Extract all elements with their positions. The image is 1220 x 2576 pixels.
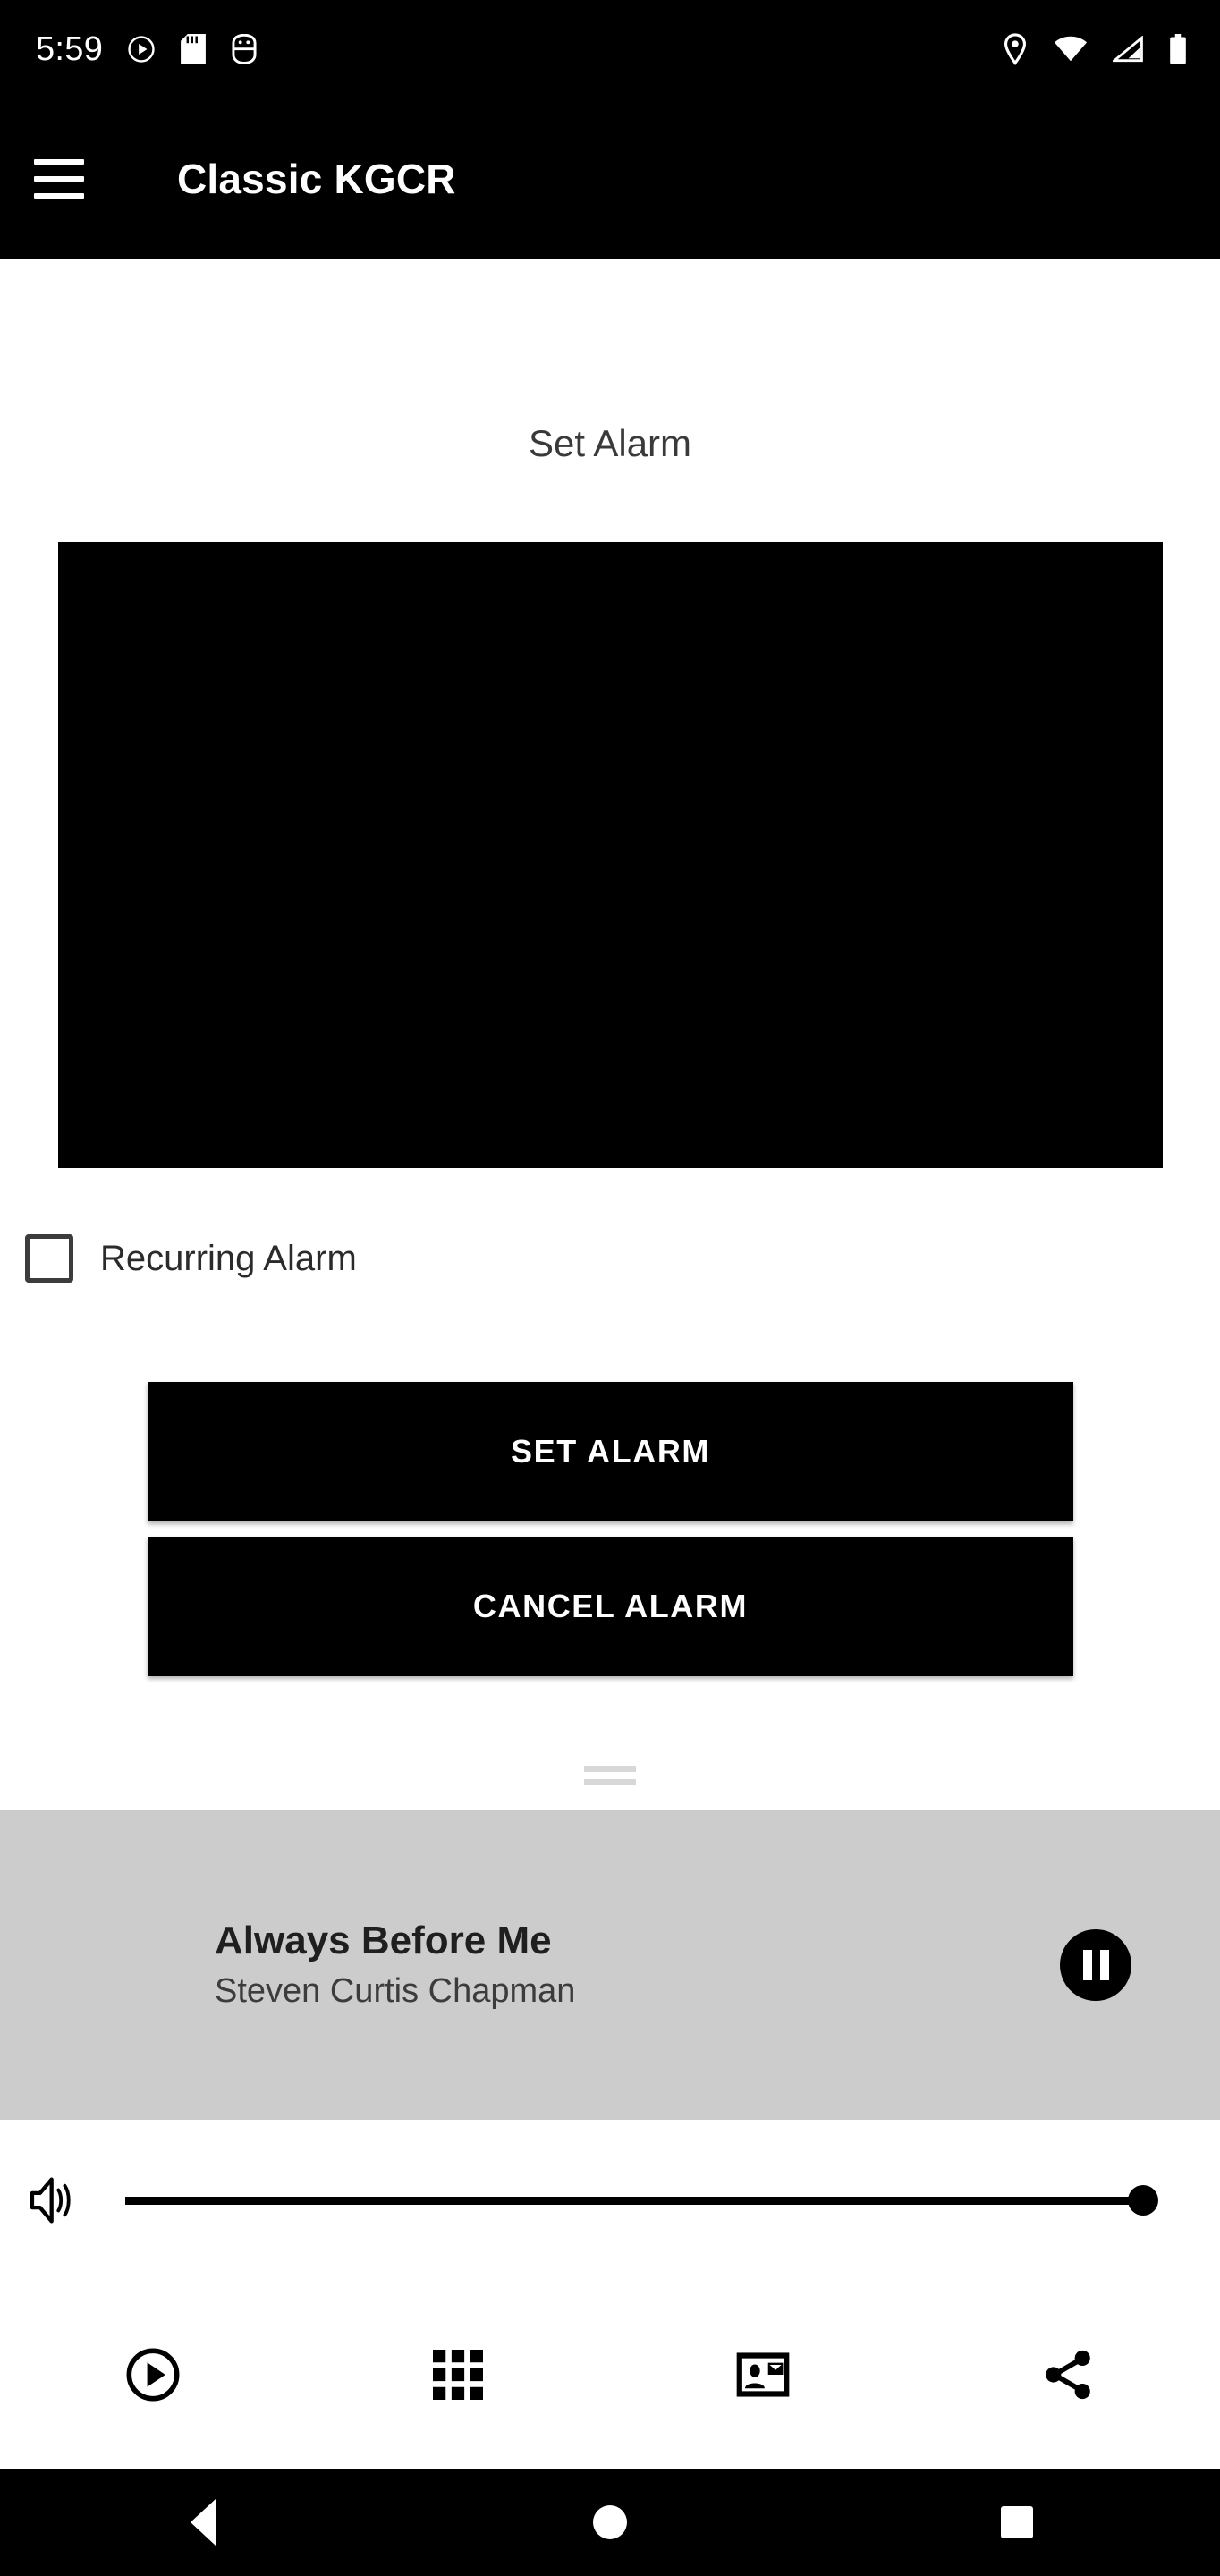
drag-handle-line-2 bbox=[584, 1779, 636, 1785]
menu-line-2 bbox=[34, 176, 84, 182]
status-clock: 5:59 bbox=[36, 30, 104, 68]
grid-apps-icon bbox=[432, 2350, 483, 2400]
recurring-alarm-row[interactable]: Recurring Alarm bbox=[25, 1234, 357, 1283]
menu-line-1 bbox=[34, 159, 84, 165]
contact-mail-icon bbox=[736, 2352, 789, 2397]
status-bar-left: 5:59 bbox=[36, 32, 258, 66]
home-circle-icon bbox=[593, 2505, 627, 2539]
recurring-alarm-checkbox[interactable] bbox=[25, 1234, 73, 1283]
sd-card-icon bbox=[181, 34, 207, 64]
play-circle-icon bbox=[126, 2348, 179, 2402]
status-bar-right bbox=[1002, 33, 1188, 65]
action-icon-bar bbox=[0, 2281, 1220, 2469]
volume-up-icon[interactable] bbox=[27, 2173, 82, 2228]
phone-screen: 5:59 Classic KGCR Set Alarm Recurring Al… bbox=[0, 0, 1220, 2576]
pause-icon[interactable] bbox=[1060, 1929, 1131, 2001]
hamburger-menu-icon[interactable] bbox=[34, 159, 84, 199]
bottom-sheet-drag-handle[interactable] bbox=[584, 1766, 636, 1785]
pause-bar-right bbox=[1099, 1950, 1109, 1980]
app-bar: Classic KGCR bbox=[0, 98, 1220, 259]
alarm-time-picker[interactable] bbox=[58, 542, 1163, 1168]
menu-line-3 bbox=[34, 193, 84, 199]
volume-slider-track bbox=[125, 2196, 1153, 2205]
set-alarm-button[interactable]: SET ALARM bbox=[148, 1382, 1073, 1521]
cancel-alarm-button[interactable]: CANCEL ALARM bbox=[148, 1537, 1073, 1676]
battery-icon bbox=[1170, 34, 1186, 64]
play-button[interactable] bbox=[0, 2281, 305, 2469]
cellular-signal-icon bbox=[1113, 36, 1143, 63]
drag-handle-line-1 bbox=[584, 1766, 636, 1772]
nav-recents-button[interactable] bbox=[813, 2506, 1220, 2538]
nav-home-button[interactable] bbox=[407, 2505, 814, 2539]
location-pin-icon bbox=[1004, 33, 1027, 65]
volume-row bbox=[0, 2120, 1220, 2281]
play-circle-icon bbox=[128, 36, 155, 63]
volume-slider[interactable] bbox=[125, 2174, 1158, 2227]
pause-bar-left bbox=[1082, 1950, 1092, 1980]
now-playing-panel[interactable]: Always Before Me Steven Curtis Chapman bbox=[0, 1810, 1220, 2120]
android-debug-icon bbox=[232, 34, 257, 64]
status-bar: 5:59 bbox=[0, 0, 1220, 98]
share-button[interactable] bbox=[915, 2281, 1220, 2469]
recents-square-icon bbox=[1000, 2506, 1033, 2538]
nav-back-button[interactable] bbox=[0, 2499, 407, 2546]
share-icon bbox=[1045, 2350, 1090, 2400]
page-title: Set Alarm bbox=[528, 422, 692, 464]
app-title: Classic KGCR bbox=[177, 156, 456, 202]
volume-slider-thumb[interactable] bbox=[1128, 2185, 1158, 2216]
track-title: Always Before Me bbox=[215, 1918, 552, 1962]
recurring-alarm-label: Recurring Alarm bbox=[100, 1238, 357, 1278]
grid-button[interactable] bbox=[305, 2281, 610, 2469]
main-content: Set Alarm Recurring Alarm SET ALARM CANC… bbox=[0, 259, 1220, 1810]
contact-button[interactable] bbox=[610, 2281, 915, 2469]
back-triangle-icon bbox=[191, 2499, 216, 2546]
track-info: Always Before Me Steven Curtis Chapman bbox=[215, 1919, 1060, 2012]
android-nav-bar bbox=[0, 2469, 1220, 2576]
wifi-icon bbox=[1054, 36, 1088, 62]
track-artist: Steven Curtis Chapman bbox=[215, 1972, 576, 2011]
